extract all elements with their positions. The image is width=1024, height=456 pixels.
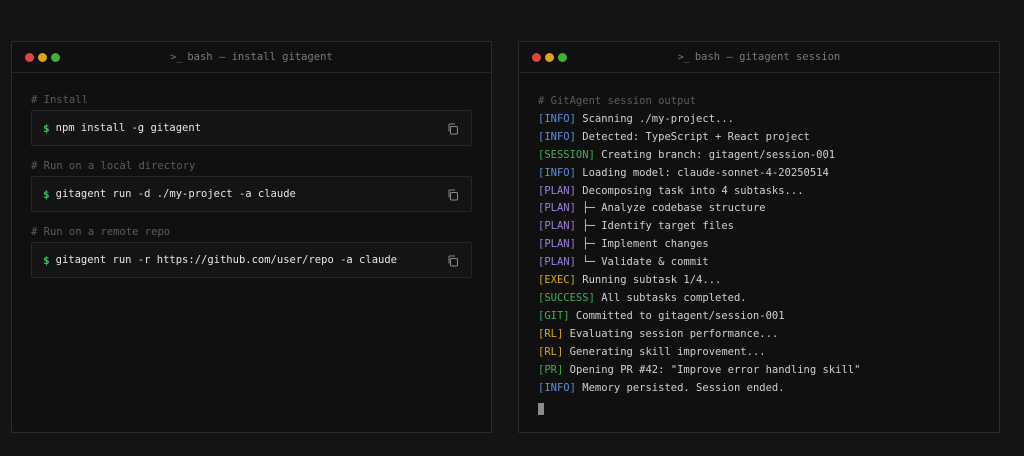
log-tag: [PLAN] <box>538 220 576 233</box>
log-line: [PLAN] └─ Validate & commit <box>538 254 980 272</box>
log-tag: [RL] <box>538 327 564 340</box>
session-output: # GitAgent session output [INFO] Scannin… <box>519 73 999 419</box>
log-line: [GIT] Committed to gitagent/session-001 <box>538 308 980 326</box>
log-text: Decomposing task into 4 subtasks... <box>575 184 804 197</box>
titlebar: >_ bash — gitagent session <box>519 42 999 73</box>
log-tag: [RL] <box>538 345 564 358</box>
copy-icon[interactable] <box>447 255 459 267</box>
log-tag: [INFO] <box>538 112 576 125</box>
minimize-button[interactable] <box>38 53 47 62</box>
command-text[interactable]: gitagent run -r https://github.com/user/… <box>56 254 397 266</box>
prompt-symbol: $ <box>43 253 50 267</box>
log-text: Generating skill improvement... <box>563 345 766 358</box>
log-line: [PLAN] ├─ Implement changes <box>538 236 980 254</box>
log-tag: [INFO] <box>538 130 576 143</box>
copy-icon[interactable] <box>447 123 459 135</box>
log-tag: [GIT] <box>538 309 570 322</box>
log-line: [SUCCESS] All subtasks completed. <box>538 290 980 308</box>
prompt-symbol: $ <box>43 121 50 135</box>
terminal-icon: >_ <box>677 51 690 63</box>
log-tag: [PLAN] <box>538 238 576 251</box>
window-controls <box>25 53 60 62</box>
log-text: Scanning ./my-project... <box>575 112 734 125</box>
log-text: ├─ Implement changes <box>575 238 709 251</box>
log-line: [INFO] Loading model: claude-sonnet-4-20… <box>538 165 980 183</box>
window-title: >_ bash — install gitagent <box>170 51 332 63</box>
minimize-button[interactable] <box>545 53 554 62</box>
log-text: Evaluating session performance... <box>563 327 779 340</box>
close-button[interactable] <box>532 53 541 62</box>
log-line: [PLAN] Decomposing task into 4 subtasks.… <box>538 183 980 201</box>
window-controls <box>532 53 567 62</box>
log-text: Running subtask 1/4... <box>575 274 722 287</box>
log-tag: [SESSION] <box>538 148 595 161</box>
close-button[interactable] <box>25 53 34 62</box>
log-tag: [PR] <box>538 363 564 376</box>
log-text: └─ Validate & commit <box>575 256 709 269</box>
command-box[interactable]: $ npm install -g gitagent <box>31 110 472 146</box>
window-title-text: bash — install gitagent <box>187 51 333 63</box>
terminal-window-session: >_ bash — gitagent session # GitAgent se… <box>518 41 1000 433</box>
log-tag: [PLAN] <box>538 256 576 269</box>
command-group-install: # Install $ npm install -g gitagent <box>31 93 472 146</box>
log-line: [PLAN] ├─ Analyze codebase structure <box>538 200 980 218</box>
log-tag: [PLAN] <box>538 202 576 215</box>
maximize-button[interactable] <box>51 53 60 62</box>
log-line: [PR] Opening PR #42: "Improve error hand… <box>538 362 980 380</box>
log-line: [RL] Generating skill improvement... <box>538 344 980 362</box>
command-group-remote: # Run on a remote repo $ gitagent run -r… <box>31 225 472 278</box>
maximize-button[interactable] <box>558 53 567 62</box>
output-comment: # GitAgent session output <box>538 95 697 107</box>
terminal-cursor <box>538 403 544 416</box>
log-tag: [EXEC] <box>538 274 576 287</box>
log-text: Loading model: claude-sonnet-4-20250514 <box>575 166 829 179</box>
copy-icon[interactable] <box>447 189 459 201</box>
log-text: All subtasks completed. <box>594 291 747 304</box>
log-line: [PLAN] ├─ Identify target files <box>538 218 980 236</box>
command-comment: # Run on a local directory <box>31 160 196 172</box>
log-line: [SESSION] Creating branch: gitagent/sess… <box>538 147 980 165</box>
log-tag: [PLAN] <box>538 184 576 197</box>
log-line: [EXEC] Running subtask 1/4... <box>538 272 980 290</box>
log-text: ├─ Identify target files <box>575 220 734 233</box>
log-tag: [SUCCESS] <box>538 291 595 304</box>
command-comment: # Install <box>31 94 88 106</box>
command-text[interactable]: gitagent run -d ./my-project -a claude <box>56 188 296 200</box>
prompt-symbol: $ <box>43 187 50 201</box>
window-title-text: bash — gitagent session <box>694 51 841 63</box>
command-box[interactable]: $ gitagent run -r https://github.com/use… <box>31 242 472 278</box>
command-box[interactable]: $ gitagent run -d ./my-project -a claude <box>31 176 472 212</box>
log-text: Committed to gitagent/session-001 <box>569 309 785 322</box>
log-text: Memory persisted. Session ended. <box>575 381 785 394</box>
log-text: Detected: TypeScript + React project <box>575 130 810 143</box>
log-line: [INFO] Memory persisted. Session ended. <box>538 380 980 398</box>
titlebar: >_ bash — install gitagent <box>12 42 491 73</box>
command-comment: # Run on a remote repo <box>31 226 171 238</box>
log-text: ├─ Analyze codebase structure <box>575 202 766 215</box>
log-line: [RL] Evaluating session performance... <box>538 326 980 344</box>
terminal-icon: >_ <box>170 51 183 63</box>
log-line: [INFO] Detected: TypeScript + React proj… <box>538 129 980 147</box>
log-line: [INFO] Scanning ./my-project... <box>538 111 980 129</box>
window-title: >_ bash — gitagent session <box>678 51 840 63</box>
log-text: Creating branch: gitagent/session-001 <box>594 148 836 161</box>
command-group-local: # Run on a local directory $ gitagent ru… <box>31 159 472 212</box>
command-text[interactable]: npm install -g gitagent <box>56 122 201 134</box>
terminal-window-install: >_ bash — install gitagent # Install $ n… <box>11 41 492 433</box>
log-tag: [INFO] <box>538 166 576 179</box>
log-tag: [INFO] <box>538 381 576 394</box>
log-text: Opening PR #42: "Improve error handling … <box>563 363 861 376</box>
